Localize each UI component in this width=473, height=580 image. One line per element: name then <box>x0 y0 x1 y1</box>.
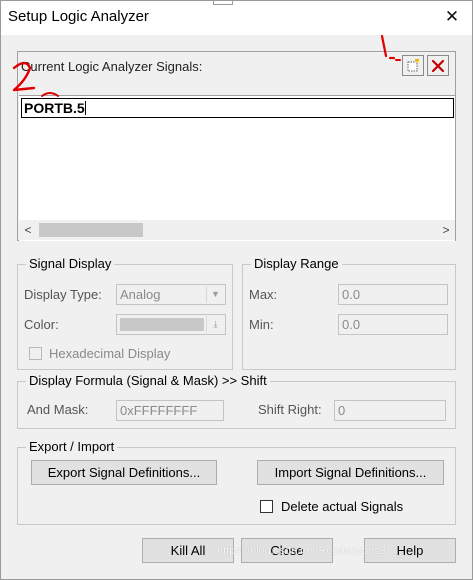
annotation-one <box>380 34 401 61</box>
annotation-two <box>12 61 59 97</box>
annotation-layer <box>12 34 401 97</box>
